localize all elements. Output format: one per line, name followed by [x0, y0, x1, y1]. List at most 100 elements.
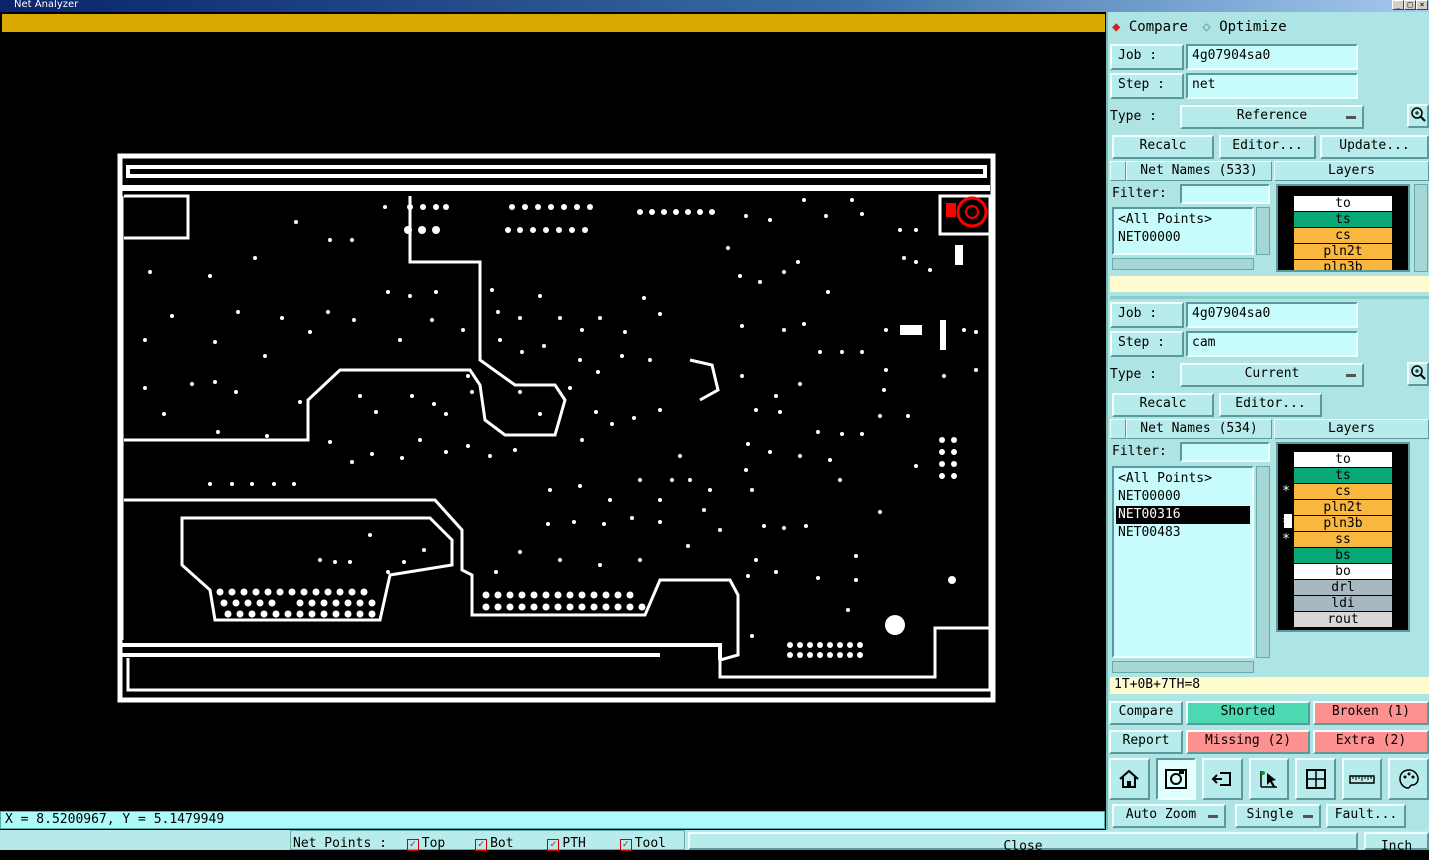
checkbox-icon: ✓ [619, 839, 632, 851]
palette-tool-button[interactable] [1388, 758, 1429, 800]
cur-editor-button[interactable]: Editor... [1219, 393, 1322, 417]
ref-type-dropdown[interactable]: Reference [1180, 105, 1364, 129]
ruler-icon [1349, 775, 1375, 784]
bot-check[interactable]: ✓ Bot [475, 836, 514, 851]
missing-button[interactable]: Missing (2) [1186, 730, 1310, 754]
layer-label: cs [1335, 228, 1351, 243]
ref-layer-ts[interactable]: ts [1294, 212, 1392, 227]
list-item[interactable]: NET00483 [1116, 524, 1250, 542]
close-window-button[interactable]: × [1416, 0, 1428, 10]
ref-layers-list[interactable]: to ts cs pln2t pln3b [1276, 184, 1410, 272]
list-item[interactable]: NET00000 [1116, 488, 1250, 506]
net-points-label: Net Points : [293, 836, 387, 851]
tool-check[interactable]: ✓ Tool [619, 836, 666, 851]
ref-layers-scrollbar[interactable] [1414, 184, 1428, 272]
cur-net-list-scrollbar[interactable] [1256, 466, 1270, 658]
minimize-button[interactable]: _ [1392, 0, 1404, 10]
cur-job-field[interactable]: 4g07904sa0 [1186, 302, 1358, 328]
units-dropdown[interactable]: Inch [1364, 832, 1429, 854]
ref-editor-button[interactable]: Editor... [1219, 135, 1316, 159]
ruler-tool-button[interactable] [1341, 758, 1383, 800]
layer-label: pln3b [1323, 516, 1363, 531]
list-item[interactable]: <All Points> [1116, 470, 1250, 488]
cur-step-field[interactable]: cam [1186, 331, 1358, 357]
ref-recalc-button[interactable]: Recalc [1112, 135, 1214, 159]
fault-button[interactable]: Fault... [1326, 804, 1406, 828]
cur-net-names-header[interactable]: Net Names (534) [1126, 419, 1272, 439]
shorted-button[interactable]: Shorted [1186, 701, 1310, 725]
cur-layer-ldi[interactable]: ldi [1294, 596, 1392, 611]
magnifier-icon [1411, 365, 1426, 380]
checkbox-icon: ✓ [406, 839, 419, 851]
select-net-tool-button[interactable] [1248, 758, 1290, 800]
ref-zoom-button[interactable] [1407, 104, 1429, 128]
cur-net-list[interactable]: <All Points> NET00000 NET00316 NET00483 [1112, 466, 1254, 658]
extra-button[interactable]: Extra (2) [1313, 730, 1429, 754]
top-check[interactable]: ✓ Top [406, 836, 445, 851]
cur-layer-rout[interactable]: rout [1294, 612, 1392, 627]
optimize-radio-label[interactable]: Optimize [1219, 19, 1286, 35]
ref-net-names-header[interactable]: Net Names (533) [1126, 161, 1272, 181]
cur-layer-cs[interactable]: * cs [1282, 484, 1392, 499]
ref-layer-to[interactable]: to [1294, 196, 1392, 211]
home-tool-button[interactable] [1109, 758, 1150, 800]
list-item-selected[interactable]: NET00316 [1116, 506, 1250, 524]
cur-net-list-hscrollbar[interactable] [1112, 661, 1254, 673]
report-button[interactable]: Report [1109, 730, 1183, 754]
ref-filter-field[interactable] [1180, 184, 1270, 204]
cur-layer-pln3b[interactable]: *pln3b [1282, 516, 1392, 531]
cur-net-names-toggle[interactable] [1110, 419, 1126, 439]
board-canvas[interactable] [0, 34, 1106, 810]
list-item[interactable]: <All Points> [1116, 211, 1250, 229]
optimize-radio-icon[interactable]: ◇ [1202, 19, 1210, 35]
ref-layer-pln2t[interactable]: pln2t [1294, 244, 1392, 259]
coordinate-status-bar: X = 8.5200967, Y = 5.1479949 [0, 811, 1105, 829]
list-item[interactable]: NET00000 [1116, 229, 1250, 247]
select-net-icon [1260, 771, 1278, 788]
window-frame-tool-button[interactable] [1295, 758, 1336, 800]
loop-back-tool-button[interactable] [1202, 758, 1243, 800]
cur-layer-bo[interactable]: bo [1294, 564, 1392, 579]
maximize-button[interactable]: □ [1404, 0, 1416, 10]
single-mode-dropdown[interactable]: Single [1235, 804, 1321, 828]
auto-zoom-dropdown[interactable]: Auto Zoom [1112, 804, 1226, 828]
layer-label: pln3b [1323, 260, 1363, 272]
net-points-group: Net Points : ✓ Top ✓ Bot ✓ PTH ✓ Tool [290, 830, 685, 851]
cur-zoom-button[interactable] [1407, 362, 1429, 386]
ref-net-list[interactable]: <All Points> NET00000 [1112, 207, 1254, 255]
cur-layer-ts[interactable]: ts [1294, 468, 1392, 483]
cur-type-dropdown[interactable]: Current [1180, 363, 1364, 387]
ref-job-label: Job : [1110, 44, 1184, 70]
close-button[interactable]: Close [688, 832, 1358, 854]
cur-layer-ss[interactable]: * ss [1282, 532, 1392, 547]
compare-radio-icon[interactable]: ◆ [1112, 19, 1120, 35]
cur-filter-field[interactable] [1180, 442, 1270, 462]
cur-layer-pln2t[interactable]: pln2t [1294, 500, 1392, 515]
pth-check[interactable]: ✓ PTH [547, 836, 586, 851]
ref-net-list-scrollbar[interactable] [1256, 207, 1270, 255]
layer-label: drl [1331, 580, 1355, 595]
compare-radio-label[interactable]: Compare [1129, 19, 1188, 35]
ref-layer-pln3b[interactable]: pln3b [1294, 260, 1392, 272]
board-outline [117, 153, 996, 703]
ref-job-field[interactable]: 4g07904sa0 [1186, 44, 1358, 70]
ref-layer-cs[interactable]: cs [1294, 228, 1392, 243]
cur-layer-to[interactable]: to [1294, 452, 1392, 467]
section-divider[interactable] [1110, 296, 1429, 299]
snapshot-tool-button[interactable] [1155, 758, 1197, 800]
broken-button[interactable]: Broken (1) [1313, 701, 1429, 725]
cur-layer-drl[interactable]: drl [1294, 580, 1392, 595]
ref-step-field[interactable]: net [1186, 73, 1358, 99]
ref-net-list-hscrollbar[interactable] [1112, 258, 1254, 270]
cur-layers-list[interactable]: tots*cspln2t*pln3b*ssbsbodrlldirout [1276, 442, 1410, 632]
cur-recalc-button[interactable]: Recalc [1112, 393, 1214, 417]
ref-update-button[interactable]: Update... [1320, 135, 1429, 159]
cur-layers-header: Layers [1274, 419, 1429, 439]
pcb-board-view[interactable] [0, 34, 1106, 810]
pad-rows [216, 204, 963, 658]
compare-button[interactable]: Compare [1109, 701, 1183, 725]
cur-layer-bs[interactable]: bs [1294, 548, 1392, 563]
fault-marker[interactable] [938, 194, 995, 236]
cursor-coordinates: X = 8.5200967, Y = 5.1479949 [5, 812, 225, 827]
ref-net-names-toggle[interactable] [1110, 161, 1126, 181]
